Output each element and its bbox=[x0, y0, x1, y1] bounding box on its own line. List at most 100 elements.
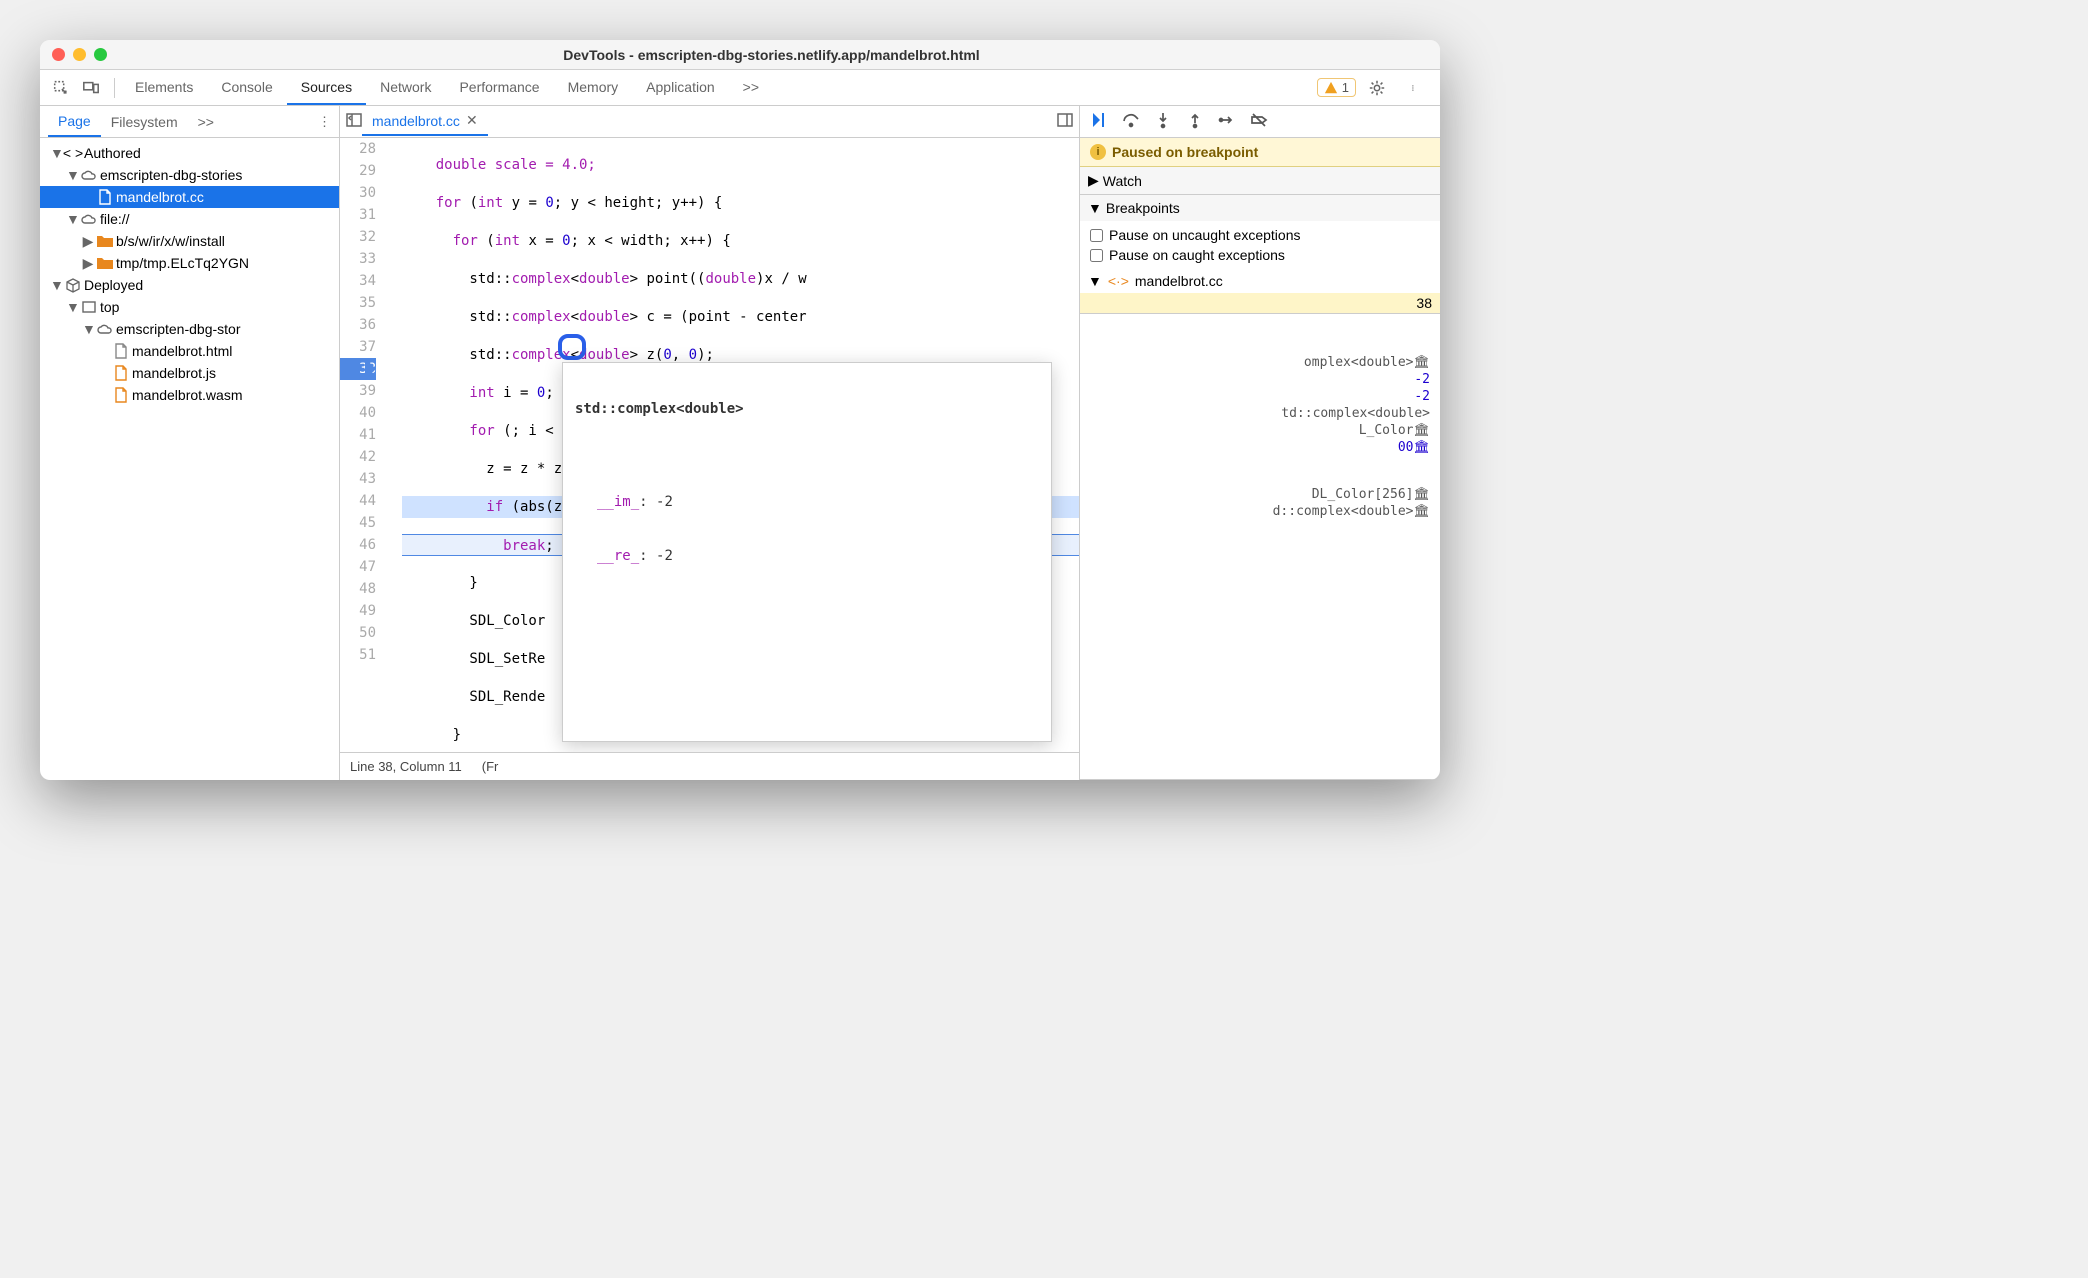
deactivate-breakpoints-icon[interactable] bbox=[1250, 111, 1268, 132]
editor-tab-mandelbrot[interactable]: mandelbrot.cc ✕ bbox=[362, 107, 488, 136]
tree-label: Authored bbox=[84, 145, 141, 161]
tooltip-value: : -2 bbox=[639, 494, 673, 510]
tooltip-key: __im_ bbox=[597, 494, 639, 510]
devtools-window: DevTools - emscripten-dbg-stories.netlif… bbox=[40, 40, 1440, 780]
tree-label: top bbox=[100, 299, 119, 315]
file-js-icon bbox=[112, 364, 130, 382]
nav-more-icon[interactable]: ⋮ bbox=[318, 114, 331, 130]
script-icon: <·> bbox=[1108, 273, 1129, 289]
main-toolbar: Elements Console Sources Network Perform… bbox=[40, 70, 1440, 106]
tree-label: Deployed bbox=[84, 277, 143, 293]
tree-dbg-stories[interactable]: ▼emscripten-dbg-stories bbox=[40, 164, 339, 186]
issues-count: 1 bbox=[1342, 80, 1349, 95]
tree-mandelbrot-js[interactable]: mandelbrot.js bbox=[40, 362, 339, 384]
tab-network[interactable]: Network bbox=[366, 71, 445, 105]
code-line: SDL_Rende bbox=[402, 689, 545, 705]
breakpoint-file-label: mandelbrot.cc bbox=[1135, 273, 1223, 289]
tree-deployed[interactable]: ▼Deployed bbox=[40, 274, 339, 296]
tree-file-scheme[interactable]: ▼file:// bbox=[40, 208, 339, 230]
tree-label: mandelbrot.js bbox=[132, 365, 216, 381]
line-gutter[interactable]: 2829303132333435363738394041424344454647… bbox=[340, 138, 382, 752]
device-toggle-icon[interactable] bbox=[78, 75, 104, 101]
hover-tooltip: std::complex<double> __im_: -2 __re_: -2 bbox=[562, 362, 1052, 742]
tooltip-title: std::complex<double> bbox=[563, 395, 1051, 423]
scope-row[interactable]: td::complex<double> bbox=[1090, 405, 1430, 422]
toggle-debugger-icon[interactable] bbox=[1057, 112, 1073, 131]
tab-console[interactable]: Console bbox=[207, 71, 286, 105]
resume-icon[interactable] bbox=[1090, 111, 1108, 132]
tree-top[interactable]: ▼top bbox=[40, 296, 339, 318]
scope-row[interactable]: -2 bbox=[1090, 371, 1430, 388]
tree-install[interactable]: ▶b/s/w/ir/x/w/install bbox=[40, 230, 339, 252]
cloud-icon bbox=[80, 166, 98, 184]
settings-icon[interactable] bbox=[1364, 75, 1390, 101]
source-editor[interactable]: 2829303132333435363738394041424344454647… bbox=[340, 138, 1079, 752]
tree-tmp[interactable]: ▶tmp/tmp.ELcTq2YGN bbox=[40, 252, 339, 274]
code-brackets-icon: < > bbox=[64, 144, 82, 162]
code-area[interactable]: double scale = 4.0; for (int y = 0; y < … bbox=[382, 138, 1079, 752]
step-into-icon[interactable] bbox=[1154, 111, 1172, 132]
main-tabs: Elements Console Sources Network Perform… bbox=[121, 71, 1317, 105]
tab-memory[interactable]: Memory bbox=[554, 71, 633, 105]
nav-tab-page[interactable]: Page bbox=[48, 107, 101, 137]
step-out-icon[interactable] bbox=[1186, 111, 1204, 132]
tree-label: emscripten-dbg-stor bbox=[116, 321, 241, 337]
tabs-overflow[interactable]: >> bbox=[729, 71, 773, 105]
code-line: } bbox=[402, 575, 478, 591]
panel-body: Page Filesystem >> ⋮ ▼< >Authored ▼emscr… bbox=[40, 106, 1440, 780]
tab-performance[interactable]: Performance bbox=[445, 71, 553, 105]
file-wasm-icon bbox=[112, 386, 130, 404]
checkbox[interactable] bbox=[1090, 249, 1103, 262]
more-icon[interactable] bbox=[1402, 75, 1428, 101]
tree-label: emscripten-dbg-stories bbox=[100, 167, 242, 183]
breakpoints-header[interactable]: ▼Breakpoints bbox=[1080, 195, 1440, 221]
pause-caught-checkbox[interactable]: Pause on caught exceptions bbox=[1090, 245, 1430, 265]
tree-label: mandelbrot.wasm bbox=[132, 387, 243, 403]
frame-icon bbox=[80, 298, 98, 316]
debugger-toolbar bbox=[1080, 106, 1440, 138]
separator bbox=[114, 78, 115, 98]
nav-tabs-overflow[interactable]: >> bbox=[188, 108, 224, 136]
scope-section: omplex<double>🏛 -2 -2 td::complex<double… bbox=[1080, 314, 1440, 780]
window-titlebar: DevTools - emscripten-dbg-stories.netlif… bbox=[40, 40, 1440, 70]
debugger-panel: i Paused on breakpoint ▶Watch ▼Breakpoin… bbox=[1080, 106, 1440, 780]
breakpoint-line[interactable]: 38 bbox=[1080, 293, 1440, 313]
scope-row[interactable]: omplex<double>🏛 bbox=[1090, 354, 1430, 371]
scope-row[interactable]: L_Color🏛 bbox=[1090, 422, 1430, 439]
step-icon[interactable] bbox=[1218, 111, 1236, 132]
checkbox[interactable] bbox=[1090, 229, 1103, 242]
tab-sources[interactable]: Sources bbox=[287, 71, 366, 105]
pause-uncaught-checkbox[interactable]: Pause on uncaught exceptions bbox=[1090, 225, 1430, 245]
scope-row[interactable]: d::complex<double>🏛 bbox=[1090, 503, 1430, 520]
status-extra: (Fr bbox=[482, 759, 499, 774]
folder-icon bbox=[96, 232, 114, 250]
window-zoom-button[interactable] bbox=[94, 48, 107, 61]
window-minimize-button[interactable] bbox=[73, 48, 86, 61]
tooltip-value: : -2 bbox=[639, 548, 673, 564]
tab-application[interactable]: Application bbox=[632, 71, 729, 105]
inspect-icon[interactable] bbox=[48, 75, 74, 101]
breakpoint-file[interactable]: ▼<·>mandelbrot.cc bbox=[1080, 269, 1440, 293]
scope-row[interactable]: 00🏛 bbox=[1090, 439, 1430, 456]
tree-authored[interactable]: ▼< >Authored bbox=[40, 142, 339, 164]
tree-mandelbrot-html[interactable]: mandelbrot.html bbox=[40, 340, 339, 362]
scope-row[interactable]: DL_Color[256]🏛 bbox=[1090, 486, 1430, 503]
tree-label: b/s/w/ir/x/w/install bbox=[116, 233, 225, 249]
tab-elements[interactable]: Elements bbox=[121, 71, 207, 105]
tree-mandelbrot-cc[interactable]: mandelbrot.cc bbox=[40, 186, 339, 208]
close-icon[interactable]: ✕ bbox=[466, 112, 478, 129]
issues-badge[interactable]: 1 bbox=[1317, 78, 1356, 97]
code-line: } bbox=[402, 727, 461, 743]
nav-tab-filesystem[interactable]: Filesystem bbox=[101, 108, 188, 136]
toggle-navigator-icon[interactable] bbox=[346, 112, 362, 131]
tree-dbg-stor2[interactable]: ▼emscripten-dbg-stor bbox=[40, 318, 339, 340]
editor-panel: mandelbrot.cc ✕ 282930313233343536373839… bbox=[340, 106, 1080, 780]
editor-tab-label: mandelbrot.cc bbox=[372, 113, 460, 129]
step-over-icon[interactable] bbox=[1122, 111, 1140, 132]
tree-mandelbrot-wasm[interactable]: mandelbrot.wasm bbox=[40, 384, 339, 406]
window-close-button[interactable] bbox=[52, 48, 65, 61]
section-title: Breakpoints bbox=[1106, 200, 1180, 216]
scope-row[interactable]: -2 bbox=[1090, 388, 1430, 405]
watch-section[interactable]: ▶Watch bbox=[1080, 167, 1440, 195]
code-line: SDL_SetRe bbox=[402, 651, 545, 667]
